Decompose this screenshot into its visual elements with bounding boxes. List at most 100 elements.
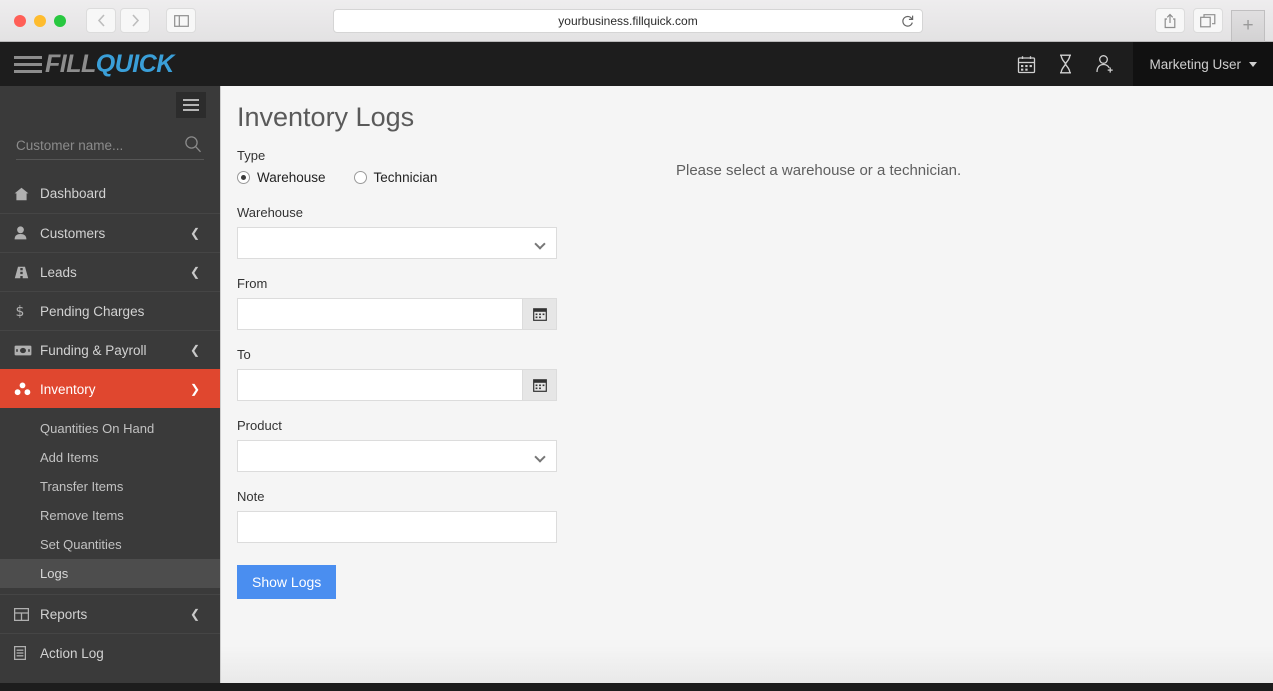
hourglass-icon[interactable] [1058, 54, 1073, 74]
sidebar-collapse-button[interactable] [176, 92, 206, 118]
table-icon [14, 607, 40, 621]
note-input[interactable] [237, 511, 557, 543]
sidebar-subitem-label: Logs [40, 566, 69, 581]
list-icon [14, 646, 40, 660]
tab-overview-icon[interactable] [1193, 8, 1223, 33]
back-button[interactable] [86, 8, 116, 33]
logo-bars-icon [14, 55, 42, 73]
chevron-left-icon: ❮ [189, 265, 200, 279]
type-label: Type [237, 148, 266, 163]
chevron-down-icon [534, 238, 546, 250]
sidebar-subitem-label: Remove Items [40, 508, 124, 523]
sidebar-item-action-log[interactable]: Action Log [0, 633, 220, 672]
window-bottom-edge [0, 683, 1273, 691]
warehouse-select[interactable] [237, 227, 557, 259]
empty-state-message: Please select a warehouse or a technicia… [676, 162, 962, 179]
radio-technician-dot[interactable] [353, 171, 367, 184]
product-select[interactable] [237, 440, 557, 472]
radio-technician-label: Technician [373, 170, 438, 185]
sidebar-subitem-label: Transfer Items [40, 479, 124, 494]
svg-text:$: $ [16, 304, 25, 319]
sidebar-subitem-add-items[interactable]: Add Items [0, 443, 220, 472]
sidebar-item-inventory[interactable]: Inventory ❯ [0, 369, 220, 408]
sidebar-item-pending-charges[interactable]: $ Pending Charges [0, 291, 220, 330]
sidebar-item-customers[interactable]: Customers ❮ [0, 213, 220, 252]
sidebar-subitem-label: Set Quantities [40, 537, 122, 552]
sidebar-item-leads[interactable]: Leads ❮ [0, 252, 220, 291]
maximize-window-button[interactable] [54, 14, 66, 27]
sidebar-submenu-inventory: Quantities On Hand Add Items Transfer It… [0, 408, 220, 594]
sidebar-toggle-row [0, 86, 220, 120]
sidebar-item-label: Dashboard [40, 186, 107, 201]
search-input[interactable]: Customer name... [16, 132, 204, 160]
road-icon [14, 266, 40, 279]
window-traffic-lights [14, 14, 66, 27]
chevron-left-icon: ❮ [189, 607, 200, 621]
warehouse-field-group: Warehouse [237, 205, 557, 259]
address-bar[interactable]: yourbusiness.fillquick.com [333, 9, 923, 33]
browser-chrome: yourbusiness.fillquick.com + [0, 0, 1273, 42]
chevron-down-icon: ❯ [189, 382, 200, 396]
type-radio-group: Warehouse Technician [237, 170, 557, 185]
sidebar-item-label: Leads [40, 264, 77, 280]
sidebar-item-funding-payroll[interactable]: Funding & Payroll ❮ [0, 330, 220, 369]
warehouse-label: Warehouse [237, 205, 303, 220]
page-title: Inventory Logs [237, 102, 415, 132]
new-tab-button[interactable]: + [1231, 10, 1265, 42]
sidebar-toggle-button[interactable] [166, 8, 196, 33]
user-icon [14, 226, 40, 240]
to-field-group: To [237, 347, 557, 401]
from-label: From [237, 276, 268, 291]
user-menu-button[interactable]: Marketing User [1133, 42, 1273, 86]
product-field-group: Product [237, 418, 557, 472]
to-date-group [237, 369, 557, 401]
to-date-input[interactable] [237, 369, 523, 401]
radio-warehouse-dot[interactable] [237, 171, 250, 184]
money-bill-icon [14, 345, 40, 356]
chevron-left-icon: ❮ [189, 226, 200, 240]
search-icon[interactable] [184, 135, 202, 156]
sidebar-item-dashboard[interactable]: Dashboard [0, 174, 220, 213]
reload-icon[interactable] [901, 14, 914, 31]
to-calendar-button[interactable] [523, 369, 557, 401]
close-window-button[interactable] [14, 14, 26, 27]
sidebar-subitem-remove-items[interactable]: Remove Items [0, 501, 220, 530]
forward-button[interactable] [120, 8, 150, 33]
add-user-icon[interactable] [1095, 54, 1115, 74]
sidebar-subitem-transfer-items[interactable]: Transfer Items [0, 472, 220, 501]
app-logo[interactable]: FILLQUICK [14, 50, 174, 79]
from-calendar-button[interactable] [523, 298, 557, 330]
note-field-group: Note [237, 489, 557, 543]
share-icon[interactable] [1155, 8, 1185, 33]
search-placeholder: Customer name... [16, 138, 124, 153]
browser-right-controls: + [1155, 8, 1265, 42]
header-icon-group [1017, 42, 1115, 86]
dollar-icon: $ [14, 303, 40, 319]
chevron-down-icon [534, 451, 546, 463]
sidebar-nav: Dashboard Customers ❮ Leads ❮ $ Pending … [0, 174, 220, 672]
chevron-down-icon [1249, 61, 1257, 67]
chevron-left-icon: ❮ [189, 343, 200, 357]
sidebar: Customer name... Dashboard Customers ❮ L… [0, 86, 220, 683]
note-label: Note [237, 489, 265, 504]
radio-warehouse-label: Warehouse [257, 170, 326, 185]
main-bottom-fade [220, 646, 1273, 683]
from-date-input[interactable] [237, 298, 523, 330]
sidebar-subitem-set-quantities[interactable]: Set Quantities [0, 530, 220, 559]
from-field-group: From [237, 276, 557, 330]
calendar-icon[interactable] [1017, 55, 1036, 74]
radio-warehouse[interactable]: Warehouse [237, 170, 326, 185]
sidebar-item-label: Action Log [40, 645, 104, 661]
sidebar-item-label: Customers [40, 225, 106, 241]
show-logs-button[interactable]: Show Logs [237, 565, 337, 599]
minimize-window-button[interactable] [34, 14, 46, 27]
sidebar-subitem-logs[interactable]: Logs [0, 559, 220, 588]
sidebar-item-reports[interactable]: Reports ❮ [0, 594, 220, 633]
sidebar-subitem-label: Quantities On Hand [40, 421, 155, 436]
sidebar-subitem-quantities-on-hand[interactable]: Quantities On Hand [0, 414, 220, 443]
user-menu-label: Marketing User [1149, 56, 1241, 72]
radio-technician[interactable]: Technician [353, 170, 438, 185]
url-text: yourbusiness.fillquick.com [558, 14, 698, 28]
cubes-icon [14, 382, 40, 396]
